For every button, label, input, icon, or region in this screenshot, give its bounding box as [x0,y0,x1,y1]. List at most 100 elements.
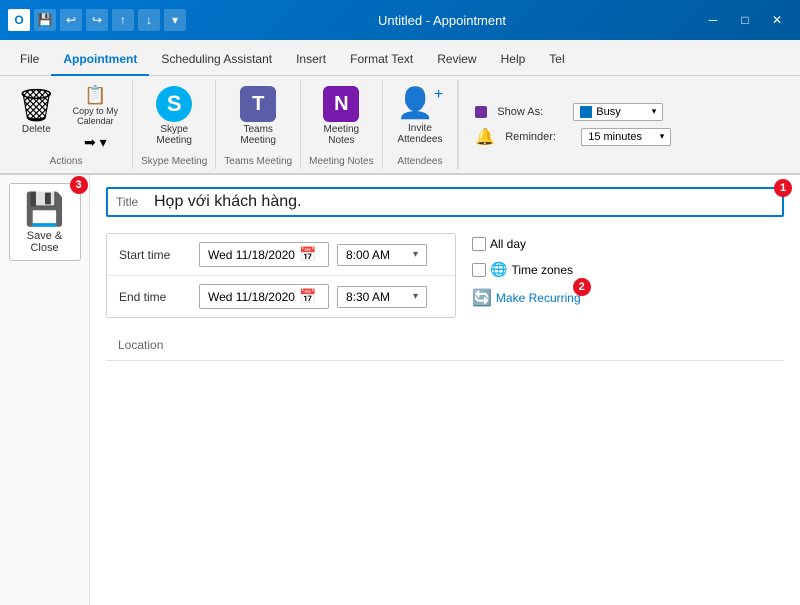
teams-items: T TeamsMeeting [234,82,282,154]
globe-icon: 🌐 [490,261,507,278]
end-time-chevron: ▾ [413,291,418,302]
teams-group-label: Teams Meeting [224,154,292,167]
location-label: Location [118,338,163,352]
attendees-items: 👤+ InviteAttendees [391,82,450,154]
badge-3: 3 [70,176,88,194]
ribbon-group-actions: 🗑 Delete 📋 Copy to My Calendar ➡ ▾ Actio… [0,80,133,169]
reminder-chevron: ▾ [660,131,665,142]
tab-help[interactable]: Help [489,46,538,76]
ribbon-group-attendees: 👤+ InviteAttendees Attendees [383,80,459,169]
meeting-notes-button[interactable]: N MeetingNotes [317,82,365,154]
teams-meeting-button[interactable]: T TeamsMeeting [234,82,282,154]
main-content: 3 💾 Save &Close 1 Title Start time Wed 1… [0,175,800,605]
save-close-icon: 💾 [25,190,65,228]
location-input[interactable] [175,338,772,352]
tab-insert[interactable]: Insert [284,46,338,76]
title-row: 1 Title [106,187,784,217]
tab-review[interactable]: Review [425,46,488,76]
delete-button[interactable]: 🗑 Delete [8,82,65,154]
skype-meeting-button[interactable]: S SkypeMeeting [150,82,198,154]
ribbon-group-teams: T TeamsMeeting Teams Meeting [216,80,301,169]
ribbon-group-meeting-notes: N MeetingNotes Meeting Notes [301,80,382,169]
start-time-picker[interactable]: 8:00 AM ▾ [337,244,427,266]
forward-button[interactable]: ➡ ▾ [67,131,125,154]
all-day-label: All day [490,237,526,251]
title-input[interactable] [154,193,774,211]
all-day-row: All day [472,237,581,251]
notes-label: MeetingNotes [324,124,360,146]
reminder-value: 15 minutes [588,131,642,143]
make-recurring-button[interactable]: 2 🔄 Make Recurring [472,288,581,308]
ribbon: 🗑 Delete 📋 Copy to My Calendar ➡ ▾ Actio… [0,76,800,175]
start-date-picker[interactable]: Wed 11/18/2020 📅 [199,242,329,267]
right-options: All day 🌐 Time zones 2 🔄 Make Recurring [472,233,581,308]
bell-icon: 🔔 [475,127,495,147]
up-button[interactable]: ↑ [112,9,134,31]
show-as-dropdown[interactable]: Busy ▾ [573,103,663,121]
end-time-value: 8:30 AM [346,290,390,304]
undo-button[interactable]: ↩ [60,9,82,31]
tab-tel[interactable]: Tel [537,46,576,76]
title-bar: O 💾 ↩ ↪ ↑ ↓ ▾ Untitled - Appointment ─ □… [0,0,800,40]
ribbon-group-options: Show As: Busy ▾ 🔔 Reminder: 15 minutes ▾ [458,80,800,169]
badge-1: 1 [774,179,792,197]
qat-dropdown[interactable]: ▾ [164,9,186,31]
save-close-label: Save &Close [27,230,62,254]
delete-label: Delete [22,124,51,135]
start-time-chevron: ▾ [413,249,418,260]
time-zones-label: Time zones [511,263,573,277]
app-icon: O [8,9,30,31]
forward-icon: ➡ ▾ [84,134,107,151]
reminder-dropdown[interactable]: 15 minutes ▾ [581,128,671,146]
skype-label: SkypeMeeting [156,124,192,146]
tab-scheduling[interactable]: Scheduling Assistant [149,46,284,76]
end-date-picker[interactable]: Wed 11/18/2020 📅 [199,284,329,309]
tab-file[interactable]: File [8,46,51,76]
title-bar-tools: O 💾 ↩ ↪ ↑ ↓ ▾ [8,9,186,31]
teams-icon: T [240,86,276,122]
reminder-label: Reminder: [505,131,575,143]
time-zones-row: 🌐 Time zones [472,261,581,278]
tab-format-text[interactable]: Format Text [338,46,425,76]
form-area: 1 Title Start time Wed 11/18/2020 📅 8:00… [90,175,800,605]
redo-button[interactable]: ↪ [86,9,108,31]
end-date-value: Wed 11/18/2020 [208,290,295,304]
skype-items: S SkypeMeeting [150,82,198,154]
time-zones-checkbox[interactable] [472,263,486,277]
notes-group-label: Meeting Notes [309,154,373,167]
title-field-label: Title [116,195,146,209]
reminder-row: 🔔 Reminder: 15 minutes ▾ [475,127,784,147]
copy-to-calendar-button[interactable]: 📋 Copy to My Calendar [67,82,125,129]
save-button-titlebar[interactable]: 💾 [34,9,56,31]
down-button[interactable]: ↓ [138,9,160,31]
save-close-button[interactable]: 3 💾 Save &Close [9,183,81,261]
time-and-options: Start time Wed 11/18/2020 📅 8:00 AM ▾ En… [106,233,784,330]
all-day-checkbox[interactable] [472,237,486,251]
show-as-chevron: ▾ [652,106,657,117]
recur-icon: 🔄 [472,288,492,308]
onenote-icon: N [323,86,359,122]
invite-attendees-button[interactable]: 👤+ InviteAttendees [391,82,450,154]
save-panel: 3 💾 Save &Close [0,175,90,605]
actions-items: 🗑 Delete 📋 Copy to My Calendar ➡ ▾ [8,82,124,154]
skype-group-label: Skype Meeting [141,154,207,167]
ribbon-group-skype: S SkypeMeeting Skype Meeting [133,80,216,169]
end-time-picker[interactable]: 8:30 AM ▾ [337,286,427,308]
start-date-value: Wed 11/18/2020 [208,248,295,262]
ribbon-tabs: File Appointment Scheduling Assistant In… [0,40,800,76]
end-time-label: End time [119,290,199,304]
close-button[interactable]: ✕ [762,8,792,32]
delete-icon: 🗑 [16,86,57,124]
minimize-button[interactable]: ─ [698,8,728,32]
actions-group-label: Actions [50,154,83,167]
teams-label: TeamsMeeting [240,124,276,146]
end-calendar-icon: 📅 [299,288,316,305]
location-row: Location [106,330,784,361]
maximize-button[interactable]: □ [730,8,760,32]
attendees-group-label: Attendees [397,154,442,167]
tab-appointment[interactable]: Appointment [51,46,149,76]
start-time-label: Start time [119,248,199,262]
busy-color-indicator [475,106,487,118]
show-as-row: Show As: Busy ▾ [475,103,784,121]
make-recurring-label: Make Recurring [496,291,581,305]
